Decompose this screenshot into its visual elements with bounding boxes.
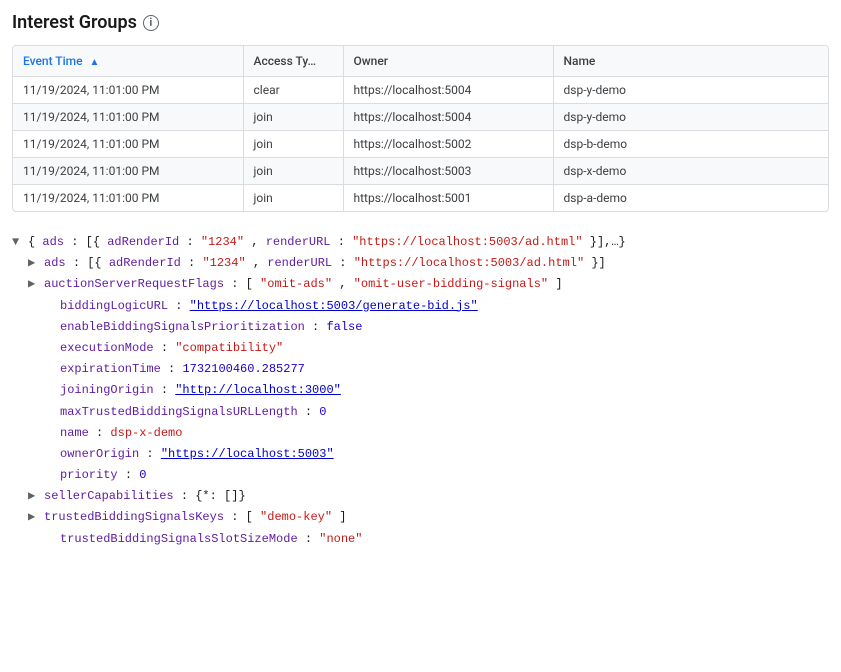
sort-arrow-icon: ▲: [90, 57, 100, 68]
col-header-owner[interactable]: Owner: [343, 46, 553, 77]
cell-event-time: 11/19/2024, 11:01:00 PM: [13, 185, 243, 212]
json-root-row: ▼ { ads : [{ adRenderId : "1234" , rende…: [12, 232, 829, 253]
col-header-access-type[interactable]: Access Ty…: [243, 46, 343, 77]
page-title: Interest Groups: [12, 12, 137, 33]
table-header-row: Event Time ▲ Access Ty… Owner Name: [13, 46, 828, 77]
json-bidding-logic-row: ▶ biddingLogicURL : "https://localhost:5…: [12, 296, 829, 317]
cell-event-time: 11/19/2024, 11:01:00 PM: [13, 131, 243, 158]
col-header-event-time[interactable]: Event Time ▲: [13, 46, 243, 77]
seller-cap-toggle[interactable]: ▶: [28, 487, 44, 506]
cell-event-time: 11/19/2024, 11:01:00 PM: [13, 158, 243, 185]
table-row: 11/19/2024, 11:01:00 PMjoinhttps://local…: [13, 131, 828, 158]
ads-toggle[interactable]: ▶: [28, 254, 44, 273]
json-owner-origin-row: ▶ ownerOrigin : "https://localhost:5003": [12, 444, 829, 465]
trusted-keys-toggle[interactable]: ▶: [28, 508, 44, 527]
cell-owner: https://localhost:5002: [343, 131, 553, 158]
cell-owner: https://localhost:5003: [343, 158, 553, 185]
cell-name: dsp-a-demo: [553, 185, 828, 212]
table-row: 11/19/2024, 11:01:00 PMclearhttps://loca…: [13, 77, 828, 104]
json-auction-row: ▶ auctionServerRequestFlags : [ "omit-ad…: [12, 274, 829, 295]
cell-name: dsp-y-demo: [553, 77, 828, 104]
cell-event-time: 11/19/2024, 11:01:00 PM: [13, 77, 243, 104]
cell-owner: https://localhost:5004: [343, 104, 553, 131]
cell-access-type: clear: [243, 77, 343, 104]
cell-access-type: join: [243, 104, 343, 131]
cell-access-type: join: [243, 158, 343, 185]
cell-name: dsp-b-demo: [553, 131, 828, 158]
json-max-trusted-row: ▶ maxTrustedBiddingSignalsURLLength : 0: [12, 402, 829, 423]
col-header-name[interactable]: Name: [553, 46, 828, 77]
json-enable-bidding-row: ▶ enableBiddingSignalsPrioritization : f…: [12, 317, 829, 338]
cell-access-type: join: [243, 131, 343, 158]
json-detail-tree: ▼ { ads : [{ adRenderId : "1234" , rende…: [12, 228, 829, 554]
json-seller-cap-row: ▶ sellerCapabilities : {*: []}: [12, 486, 829, 507]
json-ads-row: ▶ ads : [{ adRenderId : "1234" , renderU…: [12, 253, 829, 274]
cell-access-type: join: [243, 185, 343, 212]
cell-event-time: 11/19/2024, 11:01:00 PM: [13, 104, 243, 131]
table-row: 11/19/2024, 11:01:00 PMjoinhttps://local…: [13, 104, 828, 131]
json-trusted-keys-row: ▶ trustedBiddingSignalsKeys : [ "demo-ke…: [12, 507, 829, 528]
table-row: 11/19/2024, 11:01:00 PMjoinhttps://local…: [13, 185, 828, 212]
info-icon[interactable]: i: [143, 15, 159, 31]
table-row: 11/19/2024, 11:01:00 PMjoinhttps://local…: [13, 158, 828, 185]
interest-groups-table: Event Time ▲ Access Ty… Owner Name 11/19…: [12, 45, 829, 212]
json-priority-row: ▶ priority : 0: [12, 465, 829, 486]
cell-owner: https://localhost:5004: [343, 77, 553, 104]
auction-toggle[interactable]: ▶: [28, 275, 44, 294]
json-expiration-row: ▶ expirationTime : 1732100460.285277: [12, 359, 829, 380]
cell-name: dsp-x-demo: [553, 158, 828, 185]
cell-name: dsp-y-demo: [553, 104, 828, 131]
json-name-row: ▶ name : dsp-x-demo: [12, 423, 829, 444]
cell-owner: https://localhost:5001: [343, 185, 553, 212]
header: Interest Groups i: [12, 12, 829, 33]
json-joining-origin-row: ▶ joiningOrigin : "http://localhost:3000…: [12, 380, 829, 401]
json-execution-mode-row: ▶ executionMode : "compatibility": [12, 338, 829, 359]
json-trusted-slot-row: ▶ trustedBiddingSignalsSlotSizeMode : "n…: [12, 529, 829, 550]
root-toggle[interactable]: ▼: [12, 233, 28, 252]
